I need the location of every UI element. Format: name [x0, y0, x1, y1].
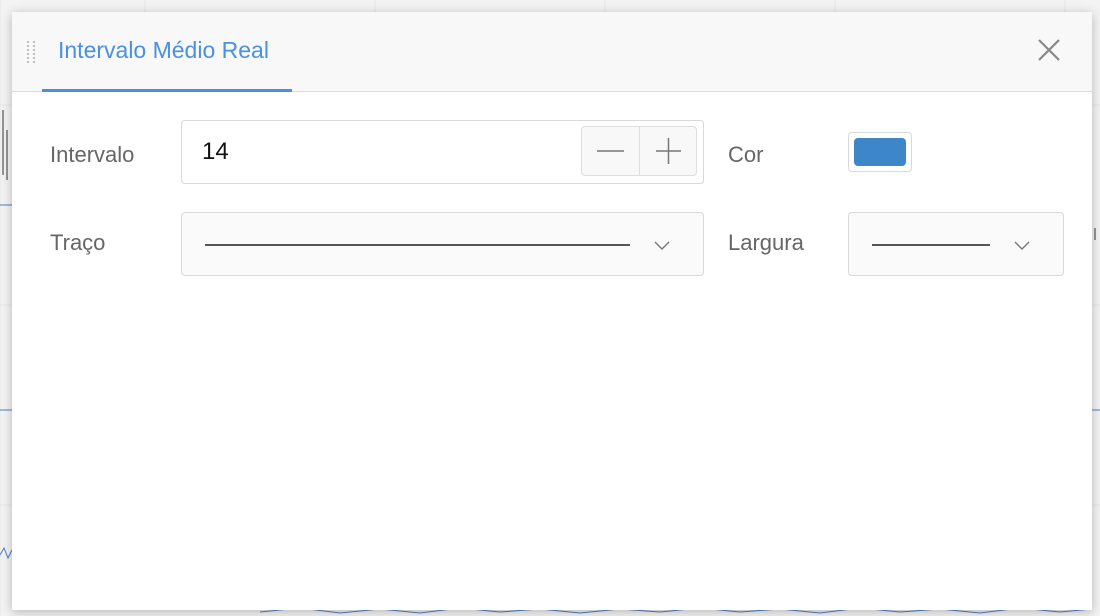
stroke-label: Traço: [50, 230, 106, 255]
width-label: Largura: [728, 230, 804, 255]
width-select[interactable]: [848, 212, 1064, 276]
solid-line-icon: [872, 244, 990, 246]
dialog-header: Intervalo Médio Real: [12, 12, 1092, 92]
close-icon[interactable]: [1036, 37, 1062, 63]
decrement-button[interactable]: [582, 127, 639, 175]
stroke-select[interactable]: [181, 212, 704, 276]
solid-line-icon: [205, 244, 630, 246]
color-swatch: [854, 138, 906, 166]
drag-handle-icon[interactable]: [25, 40, 37, 66]
dialog-title[interactable]: Intervalo Médio Real: [58, 37, 269, 64]
plus-icon: [656, 138, 681, 164]
chevron-down-icon: [654, 241, 670, 250]
atr-settings-dialog: Intervalo Médio Real Intervalo 14 Cor Tr…: [12, 12, 1092, 610]
interval-stepper: [581, 126, 697, 176]
minus-icon: [597, 150, 624, 152]
active-tab-indicator: [42, 89, 292, 92]
interval-label: Intervalo: [50, 142, 135, 167]
increment-button[interactable]: [640, 127, 697, 175]
interval-input[interactable]: 14: [202, 121, 562, 183]
interval-field: 14: [181, 120, 704, 184]
color-picker-button[interactable]: [848, 132, 912, 172]
color-label: Cor: [728, 142, 764, 167]
chevron-down-icon: [1014, 241, 1030, 250]
